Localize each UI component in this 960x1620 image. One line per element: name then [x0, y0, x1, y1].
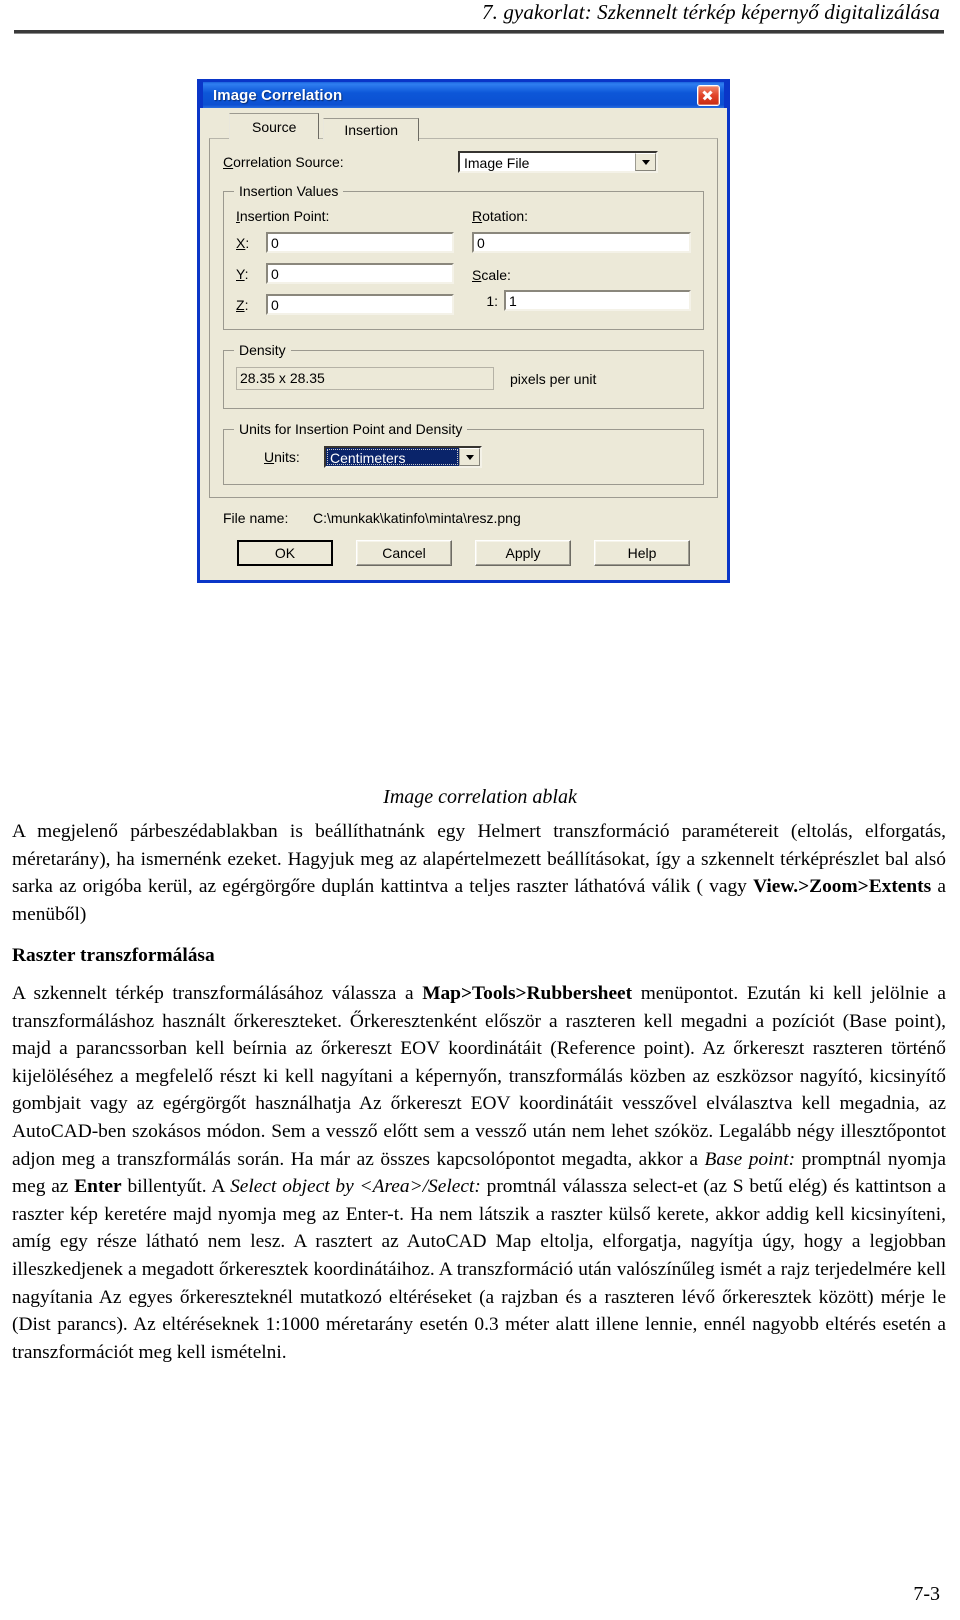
header-divider: [14, 30, 944, 34]
insertion-z-row: Z: 0: [236, 294, 454, 315]
correlation-source-label: Correlation Source:: [223, 154, 344, 170]
tab-panel-source: Correlation Source: Image File Insertion…: [209, 138, 718, 498]
insertion-y-row: Y: 0: [236, 263, 454, 284]
dialog-body: Source Insertion Correlation Source: Ima…: [200, 108, 727, 580]
page-number: 7-3: [913, 1583, 940, 1605]
dialog-buttons: OK Cancel Apply Help: [209, 540, 718, 566]
close-icon[interactable]: [697, 84, 720, 106]
insertion-z-input[interactable]: 0: [266, 294, 454, 315]
para2-part-d: billentyűt. A: [121, 1176, 231, 1198]
help-button[interactable]: Help: [594, 540, 690, 566]
density-group: Density 28.35 x 28.35 pixels per unit: [223, 342, 704, 409]
density-legend: Density: [234, 342, 291, 358]
insertion-y-label: Y:: [236, 265, 249, 282]
insertion-y-input[interactable]: 0: [266, 263, 454, 284]
para1-menu-path: View.>Zoom>Extents: [753, 876, 932, 898]
scale-row: 1: 1: [472, 290, 691, 311]
section-heading: Raszter transzformálása: [12, 945, 215, 967]
scale-input[interactable]: 1: [504, 290, 691, 311]
insertion-x-row: X: 0: [236, 232, 454, 253]
file-name-row: File name: C:\munkak\katinfo\minta\resz.…: [223, 510, 718, 526]
units-label: Units:: [264, 449, 300, 465]
rotation-input[interactable]: 0: [472, 232, 691, 253]
file-name-value: C:\munkak\katinfo\minta\resz.png: [313, 510, 521, 526]
chevron-down-icon[interactable]: [459, 448, 480, 466]
figure-caption: Image correlation ablak: [383, 786, 577, 808]
units-row: Units: Centimeters: [236, 446, 691, 468]
page-header: 7. gyakorlat: Szkennelt térkép képernyő …: [14, 0, 944, 34]
apply-button[interactable]: Apply: [475, 540, 571, 566]
document-body: A megjelenő párbeszédablakban is beállít…: [12, 818, 946, 1366]
paragraph-1: A megjelenő párbeszédablakban is beállít…: [12, 818, 946, 928]
scale-prefix: 1:: [486, 292, 498, 309]
units-group: Units for Insertion Point and Density Un…: [223, 421, 704, 485]
units-value: Centimeters: [326, 448, 459, 466]
para2-part-b: menüpontot. Ezután ki kell jelölnie a tr…: [12, 982, 946, 1170]
insertion-point-column: Insertion Point: X: 0 Y: 0 Z: 0: [236, 208, 454, 317]
para2-enter-key: Enter: [74, 1176, 122, 1198]
scale-label: Scale:: [472, 267, 511, 283]
insertion-values-group: Insertion Values Insertion Point: X: 0 Y…: [223, 183, 704, 330]
correlation-source-select[interactable]: Image File: [458, 151, 658, 173]
insertion-values-legend: Insertion Values: [234, 183, 344, 199]
tab-insertion[interactable]: Insertion: [323, 118, 420, 141]
insertion-x-input[interactable]: 0: [266, 232, 454, 253]
tab-source[interactable]: Source: [229, 113, 320, 139]
para2-menu-path: Map>Tools>Rubbersheet: [422, 982, 633, 1004]
insertion-point-label: Insertion Point:: [236, 208, 330, 224]
tabstrip: Source Insertion: [209, 113, 718, 141]
density-value: 28.35 x 28.35: [236, 367, 494, 390]
correlation-source-value: Image File: [460, 153, 635, 171]
rotation-scale-column: Rotation: 0 Scale: 1: 1: [454, 208, 691, 317]
page-header-title: 7. gyakorlat: Szkennelt térkép képernyő …: [482, 0, 940, 24]
rotation-label: Rotation:: [472, 208, 529, 224]
dialog-title: Image Correlation: [213, 86, 343, 104]
para2-part-e: promtnál válassza select-et (az S betű e…: [12, 1176, 947, 1363]
density-row: 28.35 x 28.35 pixels per unit: [236, 367, 691, 390]
correlation-source-row: Correlation Source: Image File: [223, 151, 704, 173]
chevron-down-icon[interactable]: [635, 153, 656, 171]
ok-button[interactable]: OK: [237, 540, 333, 566]
file-name-label: File name:: [223, 510, 289, 526]
para2-part-a: A szkennelt térkép transzformálásához vá…: [12, 982, 423, 1004]
insertion-z-label: Z:: [236, 296, 249, 313]
rotation-row: 0: [472, 232, 691, 253]
dialog-titlebar[interactable]: Image Correlation: [200, 79, 727, 108]
density-unit-label: pixels per unit: [510, 370, 597, 387]
image-correlation-dialog: Image Correlation Source Insertion Corre…: [197, 79, 730, 583]
paragraph-2: A szkennelt térkép transzformálásához vá…: [12, 980, 946, 1366]
para2-select-prompt: Select object by <Area>/Select:: [230, 1176, 481, 1198]
units-legend: Units for Insertion Point and Density: [234, 421, 468, 437]
para2-base-point: Base point:: [704, 1148, 796, 1170]
cancel-button[interactable]: Cancel: [356, 540, 452, 566]
units-select[interactable]: Centimeters: [324, 446, 482, 468]
insertion-x-label: X:: [236, 234, 250, 251]
